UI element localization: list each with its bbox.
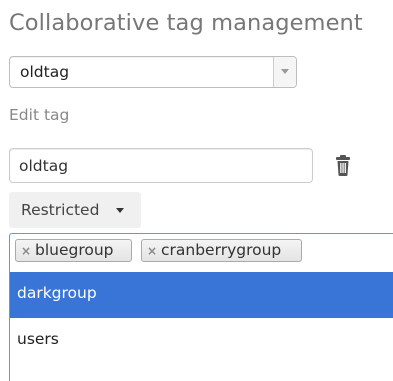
tag-select-value: oldtag [20, 63, 70, 81]
delete-tag-button[interactable] [331, 155, 355, 177]
edit-tag-label: Edit tag [9, 106, 70, 124]
restriction-dropdown-button[interactable]: Restricted [9, 192, 141, 228]
chevron-down-icon [281, 69, 289, 74]
page-title: Collaborative tag management [9, 10, 363, 36]
group-multiselect[interactable]: × bluegroup × cranberrygroup darkgroup u… [9, 233, 393, 381]
chip-label: cranberrygroup [161, 241, 282, 259]
tag-name-input[interactable] [9, 148, 313, 183]
restriction-dropdown-label: Restricted [21, 201, 100, 219]
group-chip-bluegroup: × bluegroup [15, 239, 132, 262]
trash-icon [336, 155, 350, 176]
option-darkgroup[interactable]: darkgroup [10, 272, 393, 318]
option-users[interactable]: users [10, 318, 393, 364]
tag-select[interactable]: oldtag [9, 56, 297, 88]
remove-chip-icon[interactable]: × [21, 244, 31, 258]
tag-management-page: Collaborative tag management oldtag Edit… [0, 0, 393, 381]
selected-groups: × bluegroup × cranberrygroup [15, 237, 393, 265]
chip-label: bluegroup [35, 241, 114, 259]
remove-chip-icon[interactable]: × [147, 244, 157, 258]
caret-down-icon [116, 208, 124, 213]
tag-select-toggle[interactable] [273, 57, 296, 87]
group-chip-cranberrygroup: × cranberrygroup [141, 239, 302, 262]
